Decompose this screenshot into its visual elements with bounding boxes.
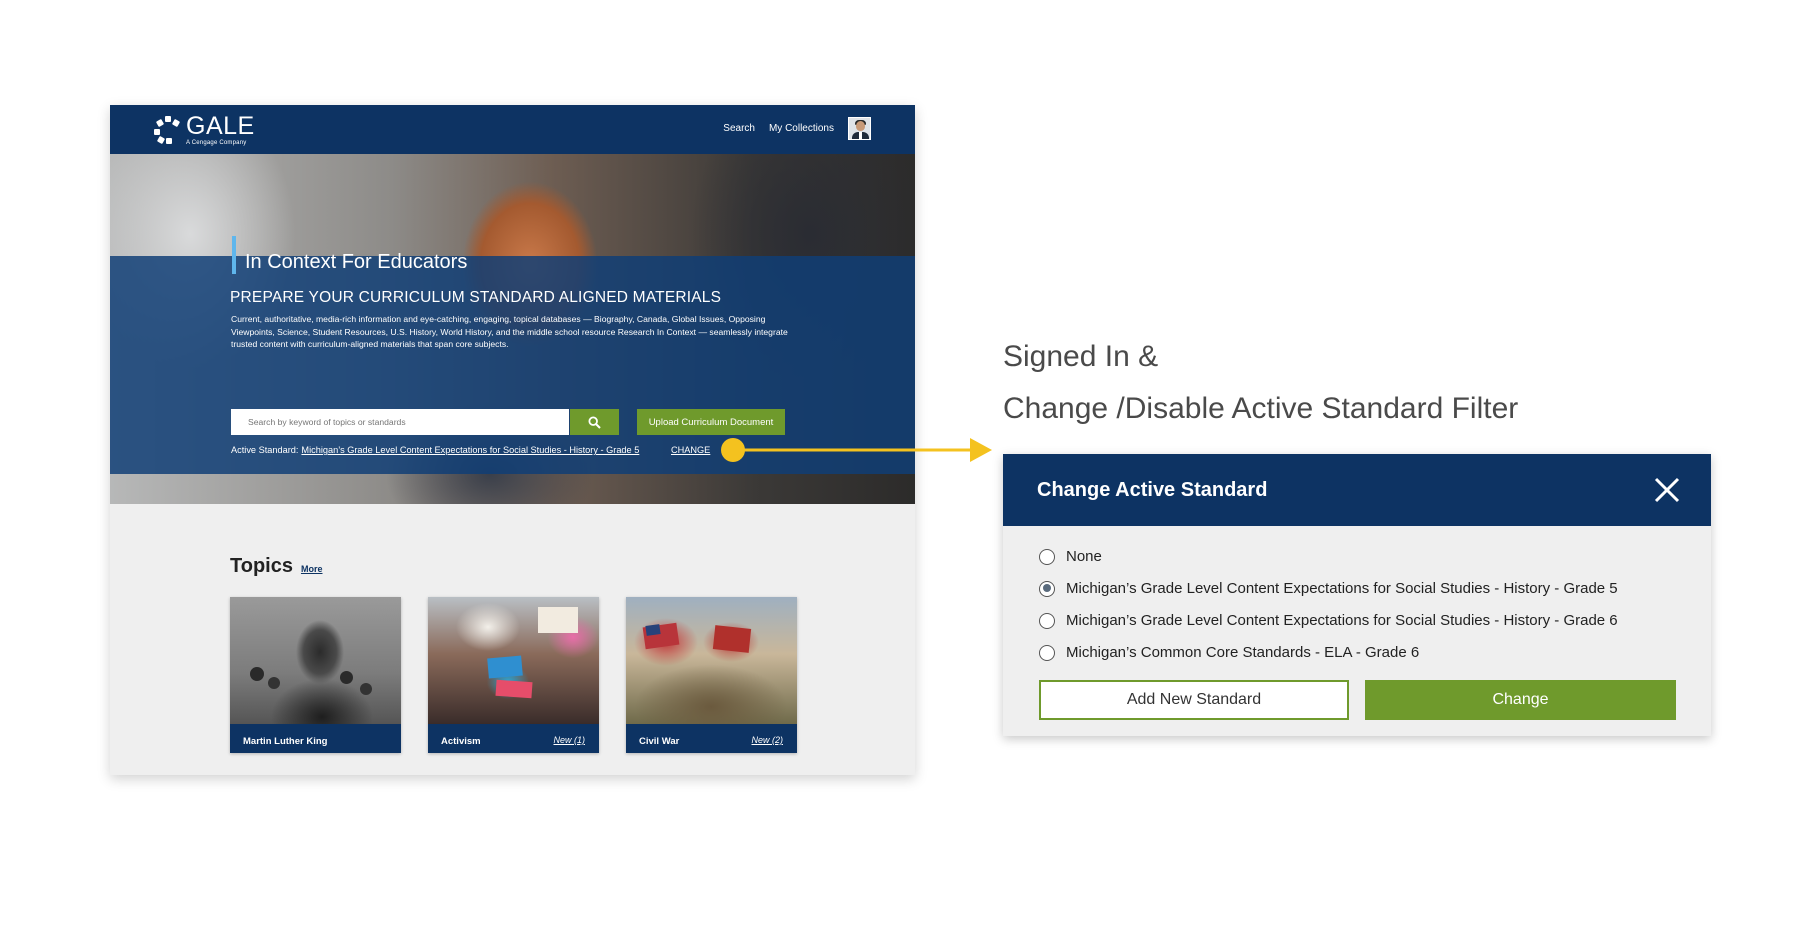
topic-card-civil-war[interactable]: Civil War New (2) xyxy=(626,597,797,753)
search-input[interactable] xyxy=(231,409,569,435)
logo-subtitle: A Cengage Company xyxy=(186,140,247,146)
topic-card-image xyxy=(230,597,401,724)
standard-option-label: Michigan’s Common Core Standards - ELA -… xyxy=(1066,644,1420,661)
search-icon xyxy=(588,415,601,429)
gale-logo-icon xyxy=(154,116,182,145)
topics-more-link[interactable]: More xyxy=(301,564,323,574)
active-standard: Active Standard: Michigan’s Grade Level C… xyxy=(231,445,639,455)
gale-logo[interactable]: GALE A Cengage Company xyxy=(154,114,255,146)
topic-card-new-link[interactable]: New (1) xyxy=(553,735,585,745)
callout-arrow-icon xyxy=(721,438,992,462)
radio-button[interactable] xyxy=(1039,612,1055,629)
standard-option-grade5[interactable]: Michigan’s Grade Level Content Expectati… xyxy=(1039,580,1618,597)
topic-card-footer: Civil War New (2) xyxy=(626,724,797,753)
hero-description: Current, authoritative, media-rich infor… xyxy=(231,314,788,349)
topics-title: Topics xyxy=(230,555,293,577)
nav-search-link[interactable]: Search xyxy=(723,123,755,134)
topic-card-image xyxy=(626,597,797,724)
topic-card-mlk[interactable]: Martin Luther King xyxy=(230,597,401,753)
topic-card-new-link[interactable]: New (2) xyxy=(751,735,783,745)
standard-option-ela-grade6[interactable]: Michigan’s Common Core Standards - ELA -… xyxy=(1039,644,1419,661)
standard-option-label: Michigan’s Grade Level Content Expectati… xyxy=(1066,612,1618,629)
modal-title: Change Active Standard xyxy=(1037,479,1268,501)
topic-card-footer: Martin Luther King xyxy=(230,724,401,753)
change-button[interactable]: Change xyxy=(1365,680,1676,720)
search-button[interactable] xyxy=(570,409,619,435)
topic-card-activism[interactable]: Activism New (1) xyxy=(428,597,599,753)
standard-option-label: Michigan’s Grade Level Content Expectati… xyxy=(1066,580,1618,597)
topic-card-label: Martin Luther King xyxy=(243,736,328,747)
radio-button-selected[interactable] xyxy=(1039,580,1055,597)
topic-card-label: Activism xyxy=(441,736,481,747)
hero-title: In Context For Educators xyxy=(232,236,467,274)
radio-button[interactable] xyxy=(1039,644,1055,661)
top-nav: Search My Collections xyxy=(709,117,871,140)
standard-option-label: None xyxy=(1066,548,1102,565)
change-standard-modal: Change Active Standard None Michigan’s G… xyxy=(1003,454,1711,736)
topic-card-image xyxy=(428,597,599,724)
topic-card-footer: Activism New (1) xyxy=(428,724,599,753)
modal-header: Change Active Standard xyxy=(1003,454,1711,526)
active-standard-link[interactable]: Michigan’s Grade Level Content Expectati… xyxy=(301,445,639,455)
topic-card-label: Civil War xyxy=(639,736,680,747)
close-icon[interactable] xyxy=(1653,476,1681,504)
topics-header: Topics More xyxy=(230,555,322,578)
annotation-heading-line1: Signed In & xyxy=(1003,340,1159,373)
user-avatar[interactable] xyxy=(848,117,871,140)
logo-wordmark: GALE xyxy=(186,112,255,140)
annotation-heading-line2: Change /Disable Active Standard Filter xyxy=(1003,392,1519,425)
standard-option-grade6[interactable]: Michigan’s Grade Level Content Expectati… xyxy=(1039,612,1618,629)
standard-option-none[interactable]: None xyxy=(1039,548,1102,565)
top-navbar: GALE A Cengage Company Search My Collect… xyxy=(110,105,915,154)
nav-collections-link[interactable]: My Collections xyxy=(769,123,834,134)
add-new-standard-button[interactable]: Add New Standard xyxy=(1039,680,1349,720)
hero-subtitle: PREPARE YOUR CURRICULUM STANDARD ALIGNED… xyxy=(230,289,722,306)
radio-button[interactable] xyxy=(1039,548,1055,565)
active-standard-label: Active Standard: xyxy=(231,445,299,455)
